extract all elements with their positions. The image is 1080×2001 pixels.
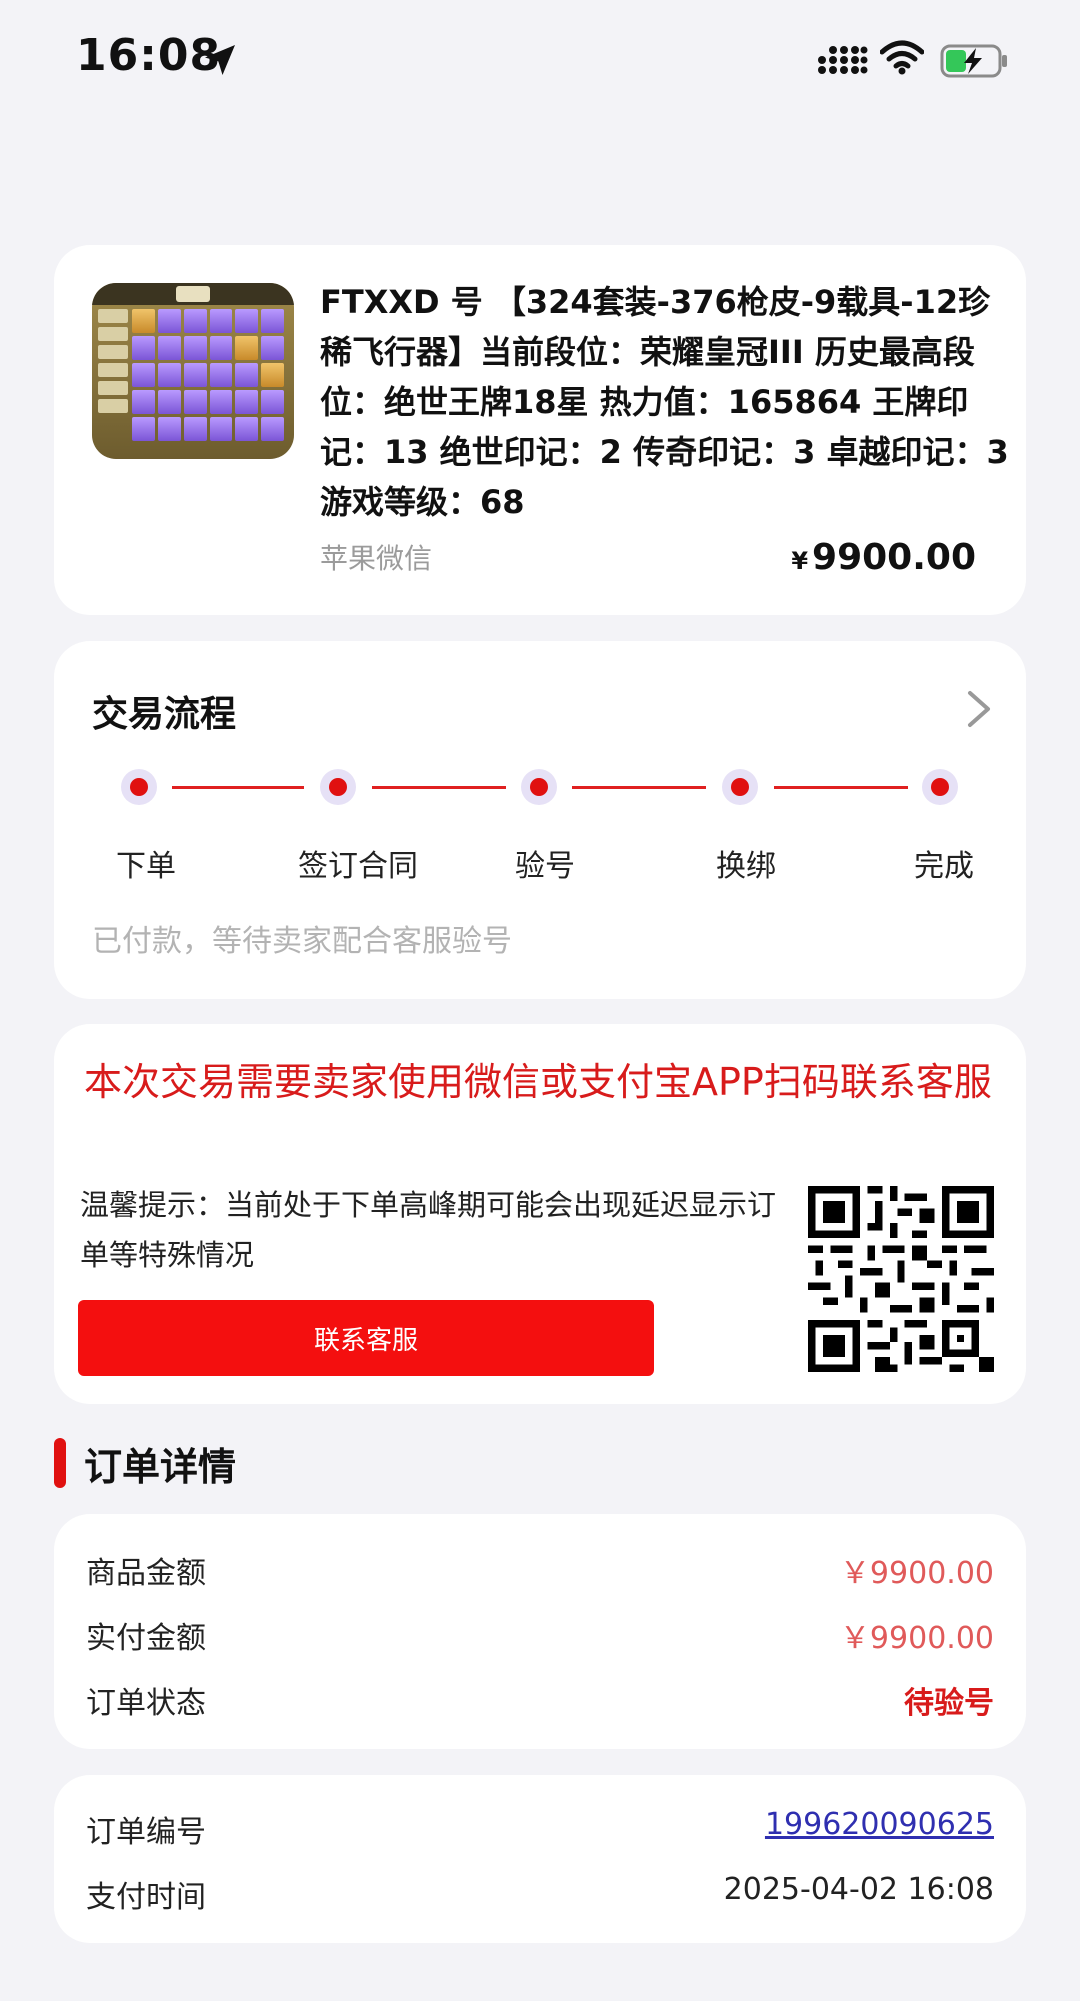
status-bar: 16:08 [0, 0, 1080, 120]
product-price: ¥9900.00 [791, 537, 976, 578]
contact-title: 本次交易需要卖家使用微信或支付宝APP扫码联系客服 [84, 1060, 992, 1104]
process-title: 交易流程 [92, 694, 237, 735]
order-number-link[interactable]: 199620090625 [765, 1807, 994, 1842]
paid-amount-value: ￥9900.00 [839, 1621, 994, 1656]
battery-charging-icon [940, 44, 1007, 78]
step-label: 下单 [116, 849, 176, 884]
order-details-title: 订单详情 [84, 1445, 237, 1489]
contact-service-button[interactable]: 联系客服 [78, 1300, 654, 1376]
pay-time-row: 支付时间 2025-04-02 16:08 [86, 1872, 994, 1922]
wifi-icon [880, 40, 924, 75]
order-status-value: 待验号 [904, 1686, 994, 1721]
product-card[interactable]: FTXXD 号 【324套装-376枪皮-9载具-12珍稀飞行器】当前段位：荣耀… [54, 245, 1026, 615]
section-accent-bar [54, 1438, 66, 1488]
goods-amount-value: ￥9900.00 [839, 1556, 994, 1591]
contact-tip: 温馨提示：当前处于下单高峰期可能会出现延迟显示订单等特殊情况 [80, 1188, 777, 1272]
progress-segment [572, 786, 706, 789]
goods-amount-label: 商品金额 [86, 1556, 206, 1591]
chevron-right-icon[interactable] [962, 687, 996, 731]
paid-amount-label: 实付金额 [86, 1621, 206, 1656]
pay-time-label: 支付时间 [86, 1880, 206, 1915]
step-dot [320, 769, 356, 805]
contact-card: 本次交易需要卖家使用微信或支付宝APP扫码联系客服 温馨提示：当前处于下单高峰期… [54, 1024, 1026, 1404]
order-number-label: 订单编号 [86, 1815, 206, 1850]
location-arrow-icon [205, 45, 235, 75]
product-thumbnail [92, 283, 294, 459]
goods-amount-row: 商品金额 ￥9900.00 [86, 1548, 994, 1598]
pay-time-value: 2025-04-02 16:08 [723, 1872, 994, 1907]
order-number-row: 订单编号 199620090625 [86, 1807, 994, 1857]
trade-process-card[interactable]: 交易流程 下单 签订合同 验号 换绑 完成 已付款，等待卖家配合客服验号 [54, 641, 1026, 999]
order-amounts-card: 商品金额 ￥9900.00 实付金额 ￥9900.00 订单状态 待验号 [54, 1514, 1026, 1749]
step-label: 换绑 [716, 849, 776, 884]
order-status-row: 订单状态 待验号 [86, 1678, 994, 1728]
currency-symbol: ¥ [791, 547, 809, 575]
product-platform: 苹果微信 [320, 542, 433, 575]
step-dot [922, 769, 958, 805]
qr-code-icon[interactable] [808, 1186, 994, 1372]
signal-icon [818, 46, 868, 74]
progress-segment [372, 786, 506, 789]
step-dot [121, 769, 157, 805]
progress-segment [172, 786, 304, 789]
product-title: FTXXD 号 【324套装-376枪皮-9载具-12珍稀飞行器】当前段位：荣耀… [320, 283, 1009, 521]
step-label: 签订合同 [298, 849, 418, 884]
step-label: 验号 [515, 849, 575, 884]
order-status-label: 订单状态 [86, 1686, 206, 1721]
process-status-note: 已付款，等待卖家配合客服验号 [92, 924, 512, 959]
paid-amount-row: 实付金额 ￥9900.00 [86, 1613, 994, 1663]
order-info-card: 订单编号 199620090625 支付时间 2025-04-02 16:08 [54, 1775, 1026, 1943]
price-value: 9900.00 [812, 537, 976, 578]
step-label: 完成 [914, 849, 974, 884]
step-dot [722, 769, 758, 805]
progress-segment [774, 786, 908, 789]
step-dot [521, 769, 557, 805]
